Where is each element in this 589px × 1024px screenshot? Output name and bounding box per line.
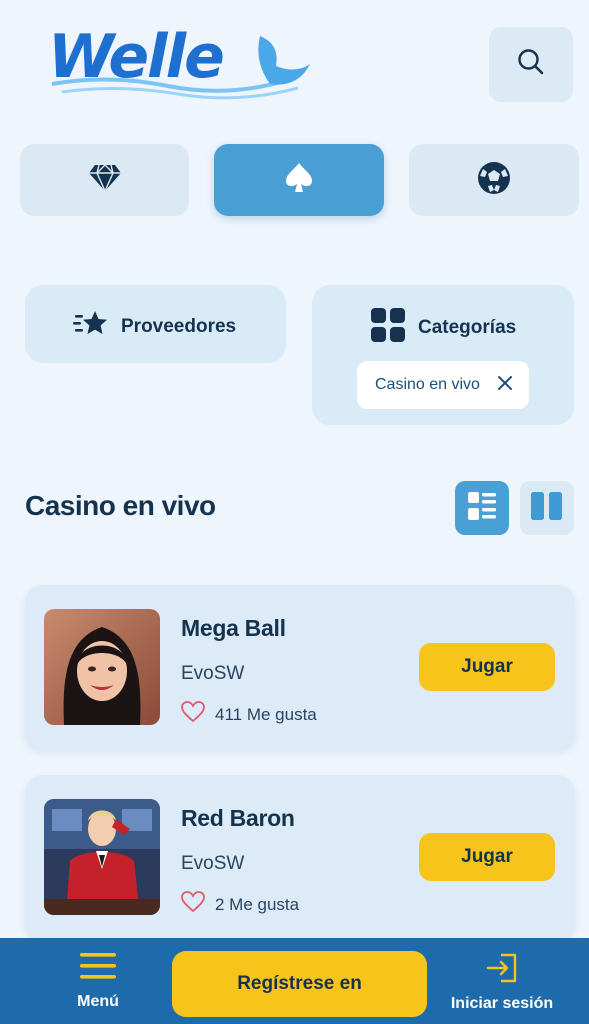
game-thumbnail[interactable] xyxy=(44,799,160,915)
categories-label: Categorías xyxy=(418,317,517,338)
spade-icon xyxy=(284,161,314,200)
game-card[interactable]: Mega Ball EvoSW 411 Me gusta Jugar xyxy=(25,585,575,750)
diamond-icon xyxy=(87,163,123,198)
likes-row: 2 Me gusta xyxy=(181,891,299,918)
bottom-nav: Menú Regístrese en Iniciar sesión xyxy=(0,938,589,1024)
list-view-button[interactable] xyxy=(455,481,509,535)
list-view-icon xyxy=(467,491,497,526)
welle-logo[interactable]: Welle xyxy=(48,22,310,102)
search-icon xyxy=(516,47,546,82)
active-category-chip[interactable]: Casino en vivo xyxy=(357,361,529,409)
play-button[interactable]: Jugar xyxy=(419,643,555,691)
heart-icon[interactable] xyxy=(181,701,205,728)
close-icon[interactable] xyxy=(497,375,513,396)
grid-icon xyxy=(370,307,406,349)
game-provider: EvoSW xyxy=(181,663,245,684)
segment-casino[interactable] xyxy=(20,144,189,216)
soccer-ball-icon xyxy=(476,160,512,201)
game-title: Mega Ball xyxy=(181,615,286,641)
chip-label: Casino en vivo xyxy=(375,376,480,393)
game-card[interactable]: Red Baron EvoSW 2 Me gusta Jugar xyxy=(25,775,575,940)
header: Welle xyxy=(0,0,589,130)
likes-count: 411 Me gusta xyxy=(215,704,317,724)
menu-button[interactable]: Menú xyxy=(60,952,136,1018)
categories-filter[interactable]: Categorías Casino en vivo xyxy=(312,285,574,425)
heart-icon[interactable] xyxy=(181,891,205,918)
menu-label: Menú xyxy=(77,993,119,1010)
providers-filter[interactable]: Proveedores xyxy=(25,285,286,363)
register-button[interactable]: Regístrese en xyxy=(172,951,427,1017)
likes-count: 2 Me gusta xyxy=(215,894,300,914)
columns-icon xyxy=(530,491,564,526)
star-list-icon xyxy=(73,309,109,345)
login-icon xyxy=(485,952,519,989)
login-label: Iniciar sesión xyxy=(450,995,554,1012)
providers-label: Proveedores xyxy=(121,316,237,337)
logo-text: Welle xyxy=(48,22,225,92)
grid-view-button[interactable] xyxy=(520,481,574,535)
game-thumbnail[interactable] xyxy=(44,609,160,725)
game-provider: EvoSW xyxy=(181,853,245,874)
segment-sports[interactable] xyxy=(409,144,579,216)
hamburger-menu-icon xyxy=(79,952,117,985)
game-title: Red Baron xyxy=(181,805,295,831)
likes-row: 411 Me gusta xyxy=(181,701,317,728)
play-button[interactable]: Jugar xyxy=(419,833,555,881)
login-button[interactable]: Iniciar sesión xyxy=(446,952,558,1018)
search-button[interactable] xyxy=(489,27,573,102)
segment-live-casino[interactable] xyxy=(214,144,384,216)
section-title: Casino en vivo xyxy=(25,490,216,521)
